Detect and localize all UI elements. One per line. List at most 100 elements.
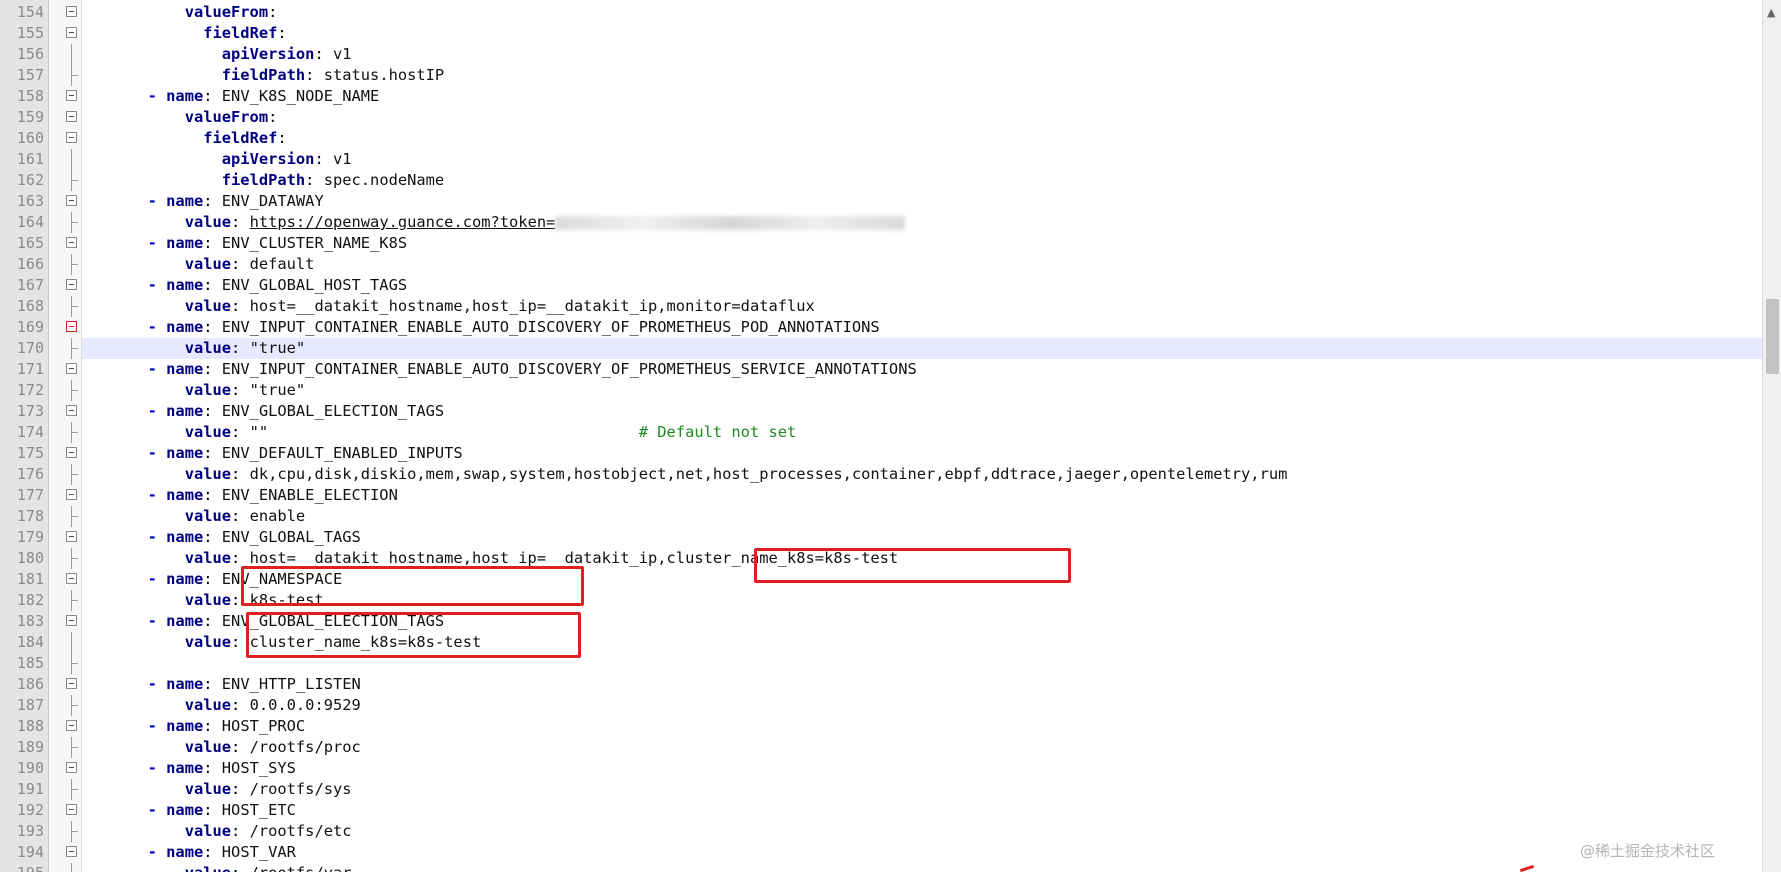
code-line[interactable]: 162 fieldPath: spec.nodeName: [0, 170, 1762, 191]
code-line[interactable]: 165 - name: ENV_CLUSTER_NAME_K8S: [0, 233, 1762, 254]
yaml-value: [240, 213, 249, 231]
fold-toggle-icon[interactable]: [66, 363, 77, 374]
code-line-content: - name: ENV_INPUT_CONTAINER_ENABLE_AUTO_…: [82, 359, 1762, 380]
code-text: value: /rootfs/sys: [185, 779, 352, 800]
code-line[interactable]: 173 - name: ENV_GLOBAL_ELECTION_TAGS: [0, 401, 1762, 422]
yaml-value: HOST_PROC: [212, 717, 306, 735]
code-line[interactable]: 156 apiVersion: v1: [0, 44, 1762, 65]
code-line[interactable]: 154 valueFrom:: [0, 2, 1762, 23]
yaml-key: name: [166, 87, 204, 105]
fold-toggle-icon[interactable]: [66, 195, 77, 206]
code-line[interactable]: 158 - name: ENV_K8S_NODE_NAME: [0, 86, 1762, 107]
yaml-colon: :: [231, 780, 241, 798]
code-line-content: valueFrom:: [82, 107, 1762, 128]
code-line[interactable]: 171 - name: ENV_INPUT_CONTAINER_ENABLE_AU…: [0, 359, 1762, 380]
code-line[interactable]: 187 value: 0.0.0.0:9529: [0, 695, 1762, 716]
code-line[interactable]: 195 value: /rootfs/var: [0, 863, 1762, 872]
fold-toggle-icon[interactable]: [66, 405, 77, 416]
code-line[interactable]: 161 apiVersion: v1: [0, 149, 1762, 170]
fold-toggle-icon[interactable]: [66, 615, 77, 626]
code-line[interactable]: 163 - name: ENV_DATAWAY: [0, 191, 1762, 212]
code-line[interactable]: 155 fieldRef:: [0, 23, 1762, 44]
fold-toggle-icon[interactable]: [66, 489, 77, 500]
list-dash: -: [147, 801, 167, 819]
code-line[interactable]: 159 valueFrom:: [0, 107, 1762, 128]
code-line[interactable]: 167 - name: ENV_GLOBAL_HOST_TAGS: [0, 275, 1762, 296]
fold-toggle-icon[interactable]: [66, 804, 77, 815]
code-line[interactable]: 168 value: host=__datakit_hostname,host_i…: [0, 296, 1762, 317]
annotation-box-cluster-tag: [754, 548, 1071, 583]
vertical-scrollbar[interactable]: ▲: [1762, 0, 1781, 872]
code-line[interactable]: 175 - name: ENV_DEFAULT_ENABLED_INPUTS: [0, 443, 1762, 464]
fold-toggle-icon[interactable]: [66, 573, 77, 584]
code-line[interactable]: 169 - name: ENV_INPUT_CONTAINER_ENABLE_AU…: [0, 317, 1762, 338]
code-line[interactable]: 172 value: "true": [0, 380, 1762, 401]
code-line[interactable]: 160 fieldRef:: [0, 128, 1762, 149]
yaml-colon: :: [231, 738, 241, 756]
code-line[interactable]: 186 - name: ENV_HTTP_LISTEN: [0, 674, 1762, 695]
yaml-colon: :: [231, 423, 241, 441]
line-number: 155: [16, 24, 44, 42]
fold-tree-line: [71, 863, 72, 872]
line-number: 159: [16, 108, 44, 126]
fold-toggle-icon[interactable]: [66, 6, 77, 17]
fold-toggle-icon[interactable]: [66, 27, 77, 38]
code-line[interactable]: 170 value: "true": [0, 338, 1762, 359]
code-line[interactable]: 166 value: default: [0, 254, 1762, 275]
code-line[interactable]: 193 value: /rootfs/etc: [0, 821, 1762, 842]
code-line[interactable]: 176 value: dk,cpu,disk,diskio,mem,swap,sy…: [0, 464, 1762, 485]
fold-tree-end: [71, 831, 78, 832]
line-number: 185: [16, 654, 44, 672]
code-line[interactable]: 189 value: /rootfs/proc: [0, 737, 1762, 758]
yaml-value: v1: [323, 150, 352, 168]
code-line-content: value: /rootfs/sys: [82, 779, 1762, 800]
code-line[interactable]: 192 - name: HOST_ETC: [0, 800, 1762, 821]
code-line[interactable]: 177 - name: ENV_ENABLE_ELECTION: [0, 485, 1762, 506]
dataway-url-link[interactable]: https://openway.guance.com?token=: [250, 213, 556, 231]
list-dash: -: [147, 570, 167, 588]
line-number: 160: [16, 129, 44, 147]
code-editor[interactable]: 154 valueFrom: 155 fieldRef: 156 apiVersion: …: [0, 0, 1762, 872]
code-line[interactable]: 179 - name: ENV_GLOBAL_TAGS: [0, 527, 1762, 548]
code-line-content: value: enable: [82, 506, 1762, 527]
code-line[interactable]: 157 fieldPath: status.hostIP: [0, 65, 1762, 86]
code-line[interactable]: 194 - name: HOST_VAR: [0, 842, 1762, 863]
yaml-key: name: [166, 234, 204, 252]
fold-toggle-icon[interactable]: [66, 90, 77, 101]
fold-tree-end: [71, 663, 78, 664]
fold-toggle-icon[interactable]: [66, 237, 77, 248]
list-dash: -: [147, 318, 167, 336]
list-dash: -: [147, 843, 167, 861]
code-line-content: - name: HOST_ETC: [82, 800, 1762, 821]
code-line-content: apiVersion: v1: [82, 149, 1762, 170]
fold-toggle-icon[interactable]: [66, 321, 77, 332]
line-number: 175: [16, 444, 44, 462]
redacted-token: [555, 215, 906, 230]
code-text: valueFrom:: [185, 107, 278, 128]
fold-toggle-icon[interactable]: [66, 720, 77, 731]
code-line[interactable]: 191 value: /rootfs/sys: [0, 779, 1762, 800]
code-line[interactable]: 178 value: enable: [0, 506, 1762, 527]
fold-toggle-icon[interactable]: [66, 762, 77, 773]
yaml-value: v1: [323, 45, 352, 63]
fold-toggle-icon[interactable]: [66, 678, 77, 689]
fold-toggle-icon[interactable]: [66, 447, 77, 458]
fold-toggle-icon[interactable]: [66, 846, 77, 857]
line-number: 186: [16, 675, 44, 693]
code-line[interactable]: 164 value: https://openway.guance.com?tok…: [0, 212, 1762, 233]
code-line[interactable]: 190 - name: HOST_SYS: [0, 758, 1762, 779]
yaml-key: fieldRef: [203, 24, 278, 42]
code-line[interactable]: 188 - name: HOST_PROC: [0, 716, 1762, 737]
fold-toggle-icon[interactable]: [66, 111, 77, 122]
yaml-key: value: [184, 696, 232, 714]
code-line[interactable]: 174 value: "" # Default not set: [0, 422, 1762, 443]
line-number: 158: [16, 87, 44, 105]
fold-toggle-icon[interactable]: [66, 279, 77, 290]
scrollbar-thumb[interactable]: [1766, 299, 1779, 374]
code-text: value: /rootfs/var: [185, 863, 352, 872]
fold-toggle-icon[interactable]: [66, 132, 77, 143]
yaml-key: name: [166, 801, 204, 819]
yaml-colon: :: [231, 339, 241, 357]
chevron-up-icon[interactable]: ▲: [1767, 6, 1775, 19]
fold-toggle-icon[interactable]: [66, 531, 77, 542]
